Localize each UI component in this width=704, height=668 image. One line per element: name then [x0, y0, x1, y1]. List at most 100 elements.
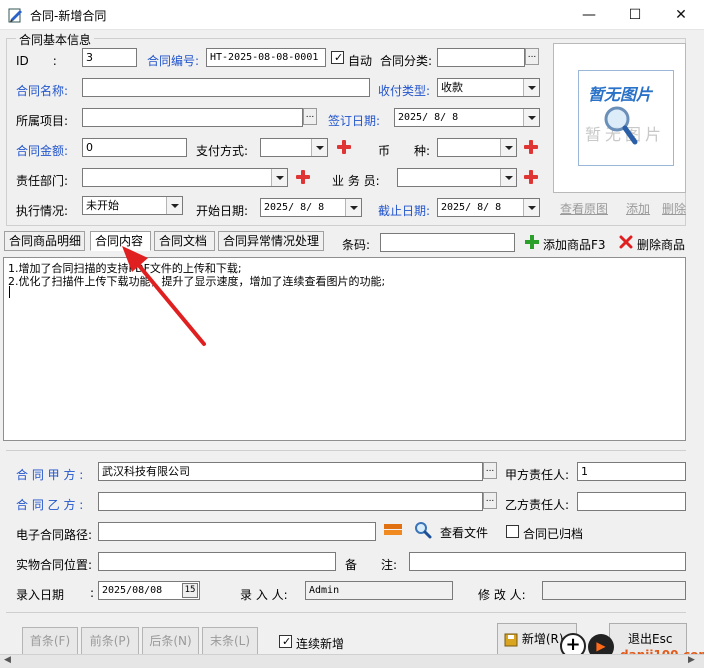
- name-label: 合同名称:: [16, 84, 69, 98]
- category-browse-button[interactable]: ...: [525, 48, 539, 65]
- continuous-add-checkbox[interactable]: ✓: [279, 635, 292, 648]
- separator: [6, 450, 686, 451]
- party-b-field[interactable]: [98, 492, 483, 511]
- staff-select[interactable]: [397, 168, 517, 187]
- delete-icon: [619, 235, 633, 252]
- search-icon[interactable]: [414, 521, 432, 542]
- barcode-input[interactable]: [380, 233, 515, 252]
- party-b-browse-button[interactable]: ...: [483, 492, 497, 509]
- entry-date-colon: :: [90, 586, 95, 600]
- name-field[interactable]: [82, 78, 370, 97]
- end-date-picker[interactable]: 2025/ 8/ 8: [437, 198, 540, 217]
- first-record-button[interactable]: 首条(F): [22, 627, 78, 655]
- party-a-browse-button[interactable]: ...: [483, 462, 497, 479]
- amount-label: 合同金额:: [16, 144, 69, 158]
- remark-field[interactable]: [409, 552, 686, 571]
- end-date-value: 2025/ 8/ 8: [441, 202, 502, 213]
- entry-date-field[interactable]: 2025/08/08 15: [98, 581, 200, 600]
- party-a-field[interactable]: 武汉科技有限公司: [98, 462, 483, 481]
- close-icon[interactable]: ✕: [658, 0, 704, 30]
- auto-checkbox[interactable]: ✓: [331, 51, 344, 64]
- window-title: 合同-新增合同: [30, 9, 107, 23]
- checkmark-icon: ✓: [334, 51, 344, 64]
- tab-exception-handling[interactable]: 合同异常情况处理: [218, 231, 324, 251]
- physical-location-field[interactable]: [98, 552, 336, 571]
- separator: [6, 612, 686, 613]
- basic-info-title: 合同基本信息: [16, 31, 95, 48]
- modifier-field: [542, 581, 686, 600]
- last-record-button[interactable]: 末条(L): [202, 627, 258, 655]
- prev-record-button[interactable]: 前条(P): [81, 627, 139, 655]
- delete-product-button[interactable]: 删除商品: [637, 236, 687, 253]
- view-original-link[interactable]: 查看原图: [560, 200, 608, 217]
- add-pay-method-icon[interactable]: [337, 140, 351, 154]
- e-path-label: 电子合同路径:: [16, 528, 93, 542]
- party-a-person-label: 甲方责任人:: [505, 468, 570, 482]
- archived-checkbox[interactable]: [506, 525, 519, 538]
- tab-product-details[interactable]: 合同商品明细: [4, 231, 85, 251]
- exit-button-label: 退出Esc: [628, 632, 673, 646]
- entry-date-label: 录入日期: [16, 588, 65, 602]
- category-field[interactable]: [437, 48, 525, 67]
- calendar-icon[interactable]: 15: [182, 583, 198, 598]
- chevron-down-icon: [500, 139, 516, 156]
- next-record-button[interactable]: 后条(N): [142, 627, 199, 655]
- chevron-down-icon: [523, 199, 539, 216]
- add-product-button[interactable]: 添加商品F3: [543, 236, 606, 253]
- project-browse-button[interactable]: ...: [303, 108, 317, 125]
- status-select[interactable]: 未开始: [82, 196, 183, 215]
- currency-label: 币 种:: [378, 144, 431, 158]
- id-field[interactable]: 3: [82, 48, 137, 67]
- add-photo-link[interactable]: 添加: [626, 200, 650, 217]
- sign-date-value: 2025/ 8/ 8: [398, 112, 459, 123]
- dept-select[interactable]: [82, 168, 288, 187]
- contract-content-editor[interactable]: 1.增加了合同扫描的支持PDF文件的上传和下载; 2.优化了扫描件上传下载功能，…: [3, 257, 686, 441]
- scroll-right-icon[interactable]: ▶: [688, 655, 695, 665]
- contract-no-label: 合同编号:: [147, 54, 200, 68]
- entry-date-value: 2025/08/08: [102, 585, 163, 596]
- delete-photo-link[interactable]: 删除: [662, 200, 686, 217]
- pay-method-select[interactable]: [260, 138, 328, 157]
- checkmark-icon: ✓: [282, 635, 292, 648]
- amount-field[interactable]: 0: [82, 138, 187, 157]
- chevron-down-icon: [500, 169, 516, 186]
- status-value: 未开始: [86, 199, 119, 212]
- horizontal-scrollbar[interactable]: [0, 654, 704, 668]
- payment-type-select[interactable]: 收款: [437, 78, 540, 97]
- chevron-down-icon: [345, 199, 361, 216]
- pay-method-label: 支付方式:: [196, 144, 249, 158]
- chevron-down-icon: [523, 79, 539, 96]
- party-a-person-field[interactable]: 1: [577, 462, 686, 481]
- archived-label: 合同已归档: [523, 527, 584, 541]
- maximize-icon[interactable]: ☐: [612, 0, 658, 30]
- party-a-label: 合 同 甲 方 :: [16, 468, 84, 482]
- project-field[interactable]: [82, 108, 303, 127]
- contract-no-field[interactable]: HT-2025-08-08-0001: [206, 48, 326, 67]
- chevron-down-icon: [523, 109, 539, 126]
- id-label: ID :: [16, 54, 57, 68]
- party-b-person-field[interactable]: [577, 492, 686, 511]
- minimize-icon[interactable]: —: [566, 0, 612, 30]
- chevron-down-icon: [271, 169, 287, 186]
- add-currency-icon[interactable]: [524, 140, 538, 154]
- status-label: 执行情况:: [16, 204, 69, 218]
- currency-select[interactable]: [437, 138, 517, 157]
- start-date-value: 2025/ 8/ 8: [264, 202, 325, 213]
- add-staff-icon[interactable]: [524, 170, 538, 184]
- party-b-label: 合 同 乙 方 :: [16, 498, 84, 512]
- sign-date-picker[interactable]: 2025/ 8/ 8: [394, 108, 540, 127]
- no-image-text: 暂无图片: [588, 85, 653, 104]
- dept-label: 责任部门:: [16, 174, 69, 188]
- scroll-left-icon[interactable]: ◀: [4, 655, 11, 665]
- folder-icon[interactable]: [383, 522, 403, 541]
- start-date-label: 开始日期:: [196, 204, 249, 218]
- modifier-label: 修 改 人:: [478, 588, 526, 602]
- payment-type-value: 收款: [441, 81, 463, 94]
- e-path-field[interactable]: [98, 522, 376, 541]
- view-file-button[interactable]: 查看文件: [440, 524, 488, 541]
- add-dept-icon[interactable]: [296, 170, 310, 184]
- new-button-label: 新增(R): [521, 632, 564, 646]
- category-label: 合同分类:: [380, 54, 433, 68]
- start-date-picker[interactable]: 2025/ 8/ 8: [260, 198, 362, 217]
- payment-type-label: 收付类型:: [378, 84, 431, 98]
